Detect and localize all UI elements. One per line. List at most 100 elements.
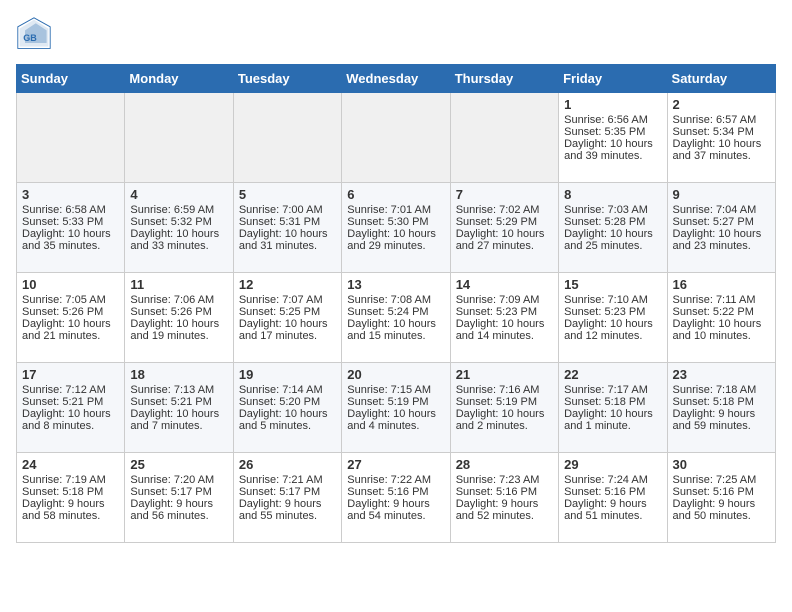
- sunrise-text: Sunrise: 7:18 AM: [673, 384, 770, 396]
- calendar-cell: 16Sunrise: 7:11 AMSunset: 5:22 PMDayligh…: [667, 273, 775, 363]
- calendar-cell: [450, 93, 558, 183]
- logo: GB: [16, 16, 56, 52]
- sunset-text: Sunset: 5:32 PM: [130, 216, 227, 228]
- daylight-text: Daylight: 10 hours and 12 minutes.: [564, 318, 661, 342]
- calendar-cell: 28Sunrise: 7:23 AMSunset: 5:16 PMDayligh…: [450, 453, 558, 543]
- sunrise-text: Sunrise: 7:09 AM: [456, 294, 553, 306]
- day-number: 10: [22, 277, 119, 292]
- calendar-cell: 21Sunrise: 7:16 AMSunset: 5:19 PMDayligh…: [450, 363, 558, 453]
- daylight-text: Daylight: 9 hours and 58 minutes.: [22, 498, 119, 522]
- sunrise-text: Sunrise: 6:58 AM: [22, 204, 119, 216]
- sunrise-text: Sunrise: 7:25 AM: [673, 474, 770, 486]
- sunrise-text: Sunrise: 7:04 AM: [673, 204, 770, 216]
- calendar-cell: 18Sunrise: 7:13 AMSunset: 5:21 PMDayligh…: [125, 363, 233, 453]
- sunset-text: Sunset: 5:17 PM: [130, 486, 227, 498]
- day-header-thursday: Thursday: [450, 65, 558, 93]
- sunset-text: Sunset: 5:22 PM: [673, 306, 770, 318]
- daylight-text: Daylight: 10 hours and 27 minutes.: [456, 228, 553, 252]
- sunset-text: Sunset: 5:18 PM: [673, 396, 770, 408]
- calendar-cell: [233, 93, 341, 183]
- calendar-cell: 10Sunrise: 7:05 AMSunset: 5:26 PMDayligh…: [17, 273, 125, 363]
- day-number: 15: [564, 277, 661, 292]
- sunrise-text: Sunrise: 7:08 AM: [347, 294, 444, 306]
- sunrise-text: Sunrise: 7:22 AM: [347, 474, 444, 486]
- page-header: GB: [16, 16, 776, 52]
- week-row-3: 10Sunrise: 7:05 AMSunset: 5:26 PMDayligh…: [17, 273, 776, 363]
- sunset-text: Sunset: 5:35 PM: [564, 126, 661, 138]
- daylight-text: Daylight: 10 hours and 7 minutes.: [130, 408, 227, 432]
- sunrise-text: Sunrise: 7:23 AM: [456, 474, 553, 486]
- day-number: 8: [564, 187, 661, 202]
- day-number: 19: [239, 367, 336, 382]
- day-number: 14: [456, 277, 553, 292]
- day-number: 9: [673, 187, 770, 202]
- sunset-text: Sunset: 5:29 PM: [456, 216, 553, 228]
- sunset-text: Sunset: 5:16 PM: [564, 486, 661, 498]
- sunset-text: Sunset: 5:16 PM: [673, 486, 770, 498]
- sunset-text: Sunset: 5:21 PM: [130, 396, 227, 408]
- week-row-5: 24Sunrise: 7:19 AMSunset: 5:18 PMDayligh…: [17, 453, 776, 543]
- day-number: 26: [239, 457, 336, 472]
- daylight-text: Daylight: 10 hours and 1 minute.: [564, 408, 661, 432]
- calendar-cell: [17, 93, 125, 183]
- day-number: 18: [130, 367, 227, 382]
- calendar-cell: 19Sunrise: 7:14 AMSunset: 5:20 PMDayligh…: [233, 363, 341, 453]
- sunrise-text: Sunrise: 7:14 AM: [239, 384, 336, 396]
- sunrise-text: Sunrise: 7:11 AM: [673, 294, 770, 306]
- daylight-text: Daylight: 10 hours and 2 minutes.: [456, 408, 553, 432]
- calendar-cell: 13Sunrise: 7:08 AMSunset: 5:24 PMDayligh…: [342, 273, 450, 363]
- daylight-text: Daylight: 10 hours and 39 minutes.: [564, 138, 661, 162]
- calendar-table: SundayMondayTuesdayWednesdayThursdayFrid…: [16, 64, 776, 543]
- daylight-text: Daylight: 9 hours and 50 minutes.: [673, 498, 770, 522]
- daylight-text: Daylight: 10 hours and 35 minutes.: [22, 228, 119, 252]
- daylight-text: Daylight: 10 hours and 4 minutes.: [347, 408, 444, 432]
- daylight-text: Daylight: 10 hours and 17 minutes.: [239, 318, 336, 342]
- day-number: 23: [673, 367, 770, 382]
- sunrise-text: Sunrise: 7:24 AM: [564, 474, 661, 486]
- day-number: 16: [673, 277, 770, 292]
- calendar-cell: 26Sunrise: 7:21 AMSunset: 5:17 PMDayligh…: [233, 453, 341, 543]
- calendar-body: 1Sunrise: 6:56 AMSunset: 5:35 PMDaylight…: [17, 93, 776, 543]
- sunset-text: Sunset: 5:33 PM: [22, 216, 119, 228]
- sunset-text: Sunset: 5:18 PM: [22, 486, 119, 498]
- calendar-cell: 15Sunrise: 7:10 AMSunset: 5:23 PMDayligh…: [559, 273, 667, 363]
- daylight-text: Daylight: 9 hours and 51 minutes.: [564, 498, 661, 522]
- calendar-cell: 3 Sunrise: 6:58 AMSunset: 5:33 PMDaylight…: [17, 183, 125, 273]
- sunset-text: Sunset: 5:25 PM: [239, 306, 336, 318]
- calendar-cell: 12Sunrise: 7:07 AMSunset: 5:25 PMDayligh…: [233, 273, 341, 363]
- calendar-cell: [125, 93, 233, 183]
- sunset-text: Sunset: 5:34 PM: [673, 126, 770, 138]
- day-header-monday: Monday: [125, 65, 233, 93]
- calendar-cell: 6Sunrise: 7:01 AMSunset: 5:30 PMDaylight…: [342, 183, 450, 273]
- sunrise-text: Sunrise: 7:19 AM: [22, 474, 119, 486]
- sunrise-text: Sunrise: 7:17 AM: [564, 384, 661, 396]
- calendar-cell: 11Sunrise: 7:06 AMSunset: 5:26 PMDayligh…: [125, 273, 233, 363]
- daylight-text: Daylight: 9 hours and 55 minutes.: [239, 498, 336, 522]
- sunset-text: Sunset: 5:16 PM: [347, 486, 444, 498]
- calendar-cell: 9Sunrise: 7:04 AMSunset: 5:27 PMDaylight…: [667, 183, 775, 273]
- daylight-text: Daylight: 9 hours and 52 minutes.: [456, 498, 553, 522]
- calendar-cell: 4Sunrise: 6:59 AMSunset: 5:32 PMDaylight…: [125, 183, 233, 273]
- sunrise-text: Sunrise: 7:20 AM: [130, 474, 227, 486]
- calendar-cell: 14Sunrise: 7:09 AMSunset: 5:23 PMDayligh…: [450, 273, 558, 363]
- day-number: 7: [456, 187, 553, 202]
- day-number: 3: [22, 187, 119, 202]
- week-row-2: 3Sunrise: 6:58 AMSunset: 5:33 PMDaylight…: [17, 183, 776, 273]
- day-number: 21: [456, 367, 553, 382]
- sunrise-text: Sunrise: 7:12 AM: [22, 384, 119, 396]
- calendar-cell: 8Sunrise: 7:03 AMSunset: 5:28 PMDaylight…: [559, 183, 667, 273]
- logo-icon: GB: [16, 16, 52, 52]
- sunrise-text: Sunrise: 7:03 AM: [564, 204, 661, 216]
- calendar-cell: 5Sunrise: 7:00 AMSunset: 5:31 PMDaylight…: [233, 183, 341, 273]
- sunset-text: Sunset: 5:18 PM: [564, 396, 661, 408]
- day-number: 12: [239, 277, 336, 292]
- daylight-text: Daylight: 10 hours and 29 minutes.: [347, 228, 444, 252]
- daylight-text: Daylight: 10 hours and 33 minutes.: [130, 228, 227, 252]
- day-number: 20: [347, 367, 444, 382]
- sunset-text: Sunset: 5:19 PM: [456, 396, 553, 408]
- day-number: 5: [239, 187, 336, 202]
- calendar-cell: 22Sunrise: 7:17 AMSunset: 5:18 PMDayligh…: [559, 363, 667, 453]
- sunset-text: Sunset: 5:27 PM: [673, 216, 770, 228]
- week-row-1: 1Sunrise: 6:56 AMSunset: 5:35 PMDaylight…: [17, 93, 776, 183]
- daylight-text: Daylight: 10 hours and 14 minutes.: [456, 318, 553, 342]
